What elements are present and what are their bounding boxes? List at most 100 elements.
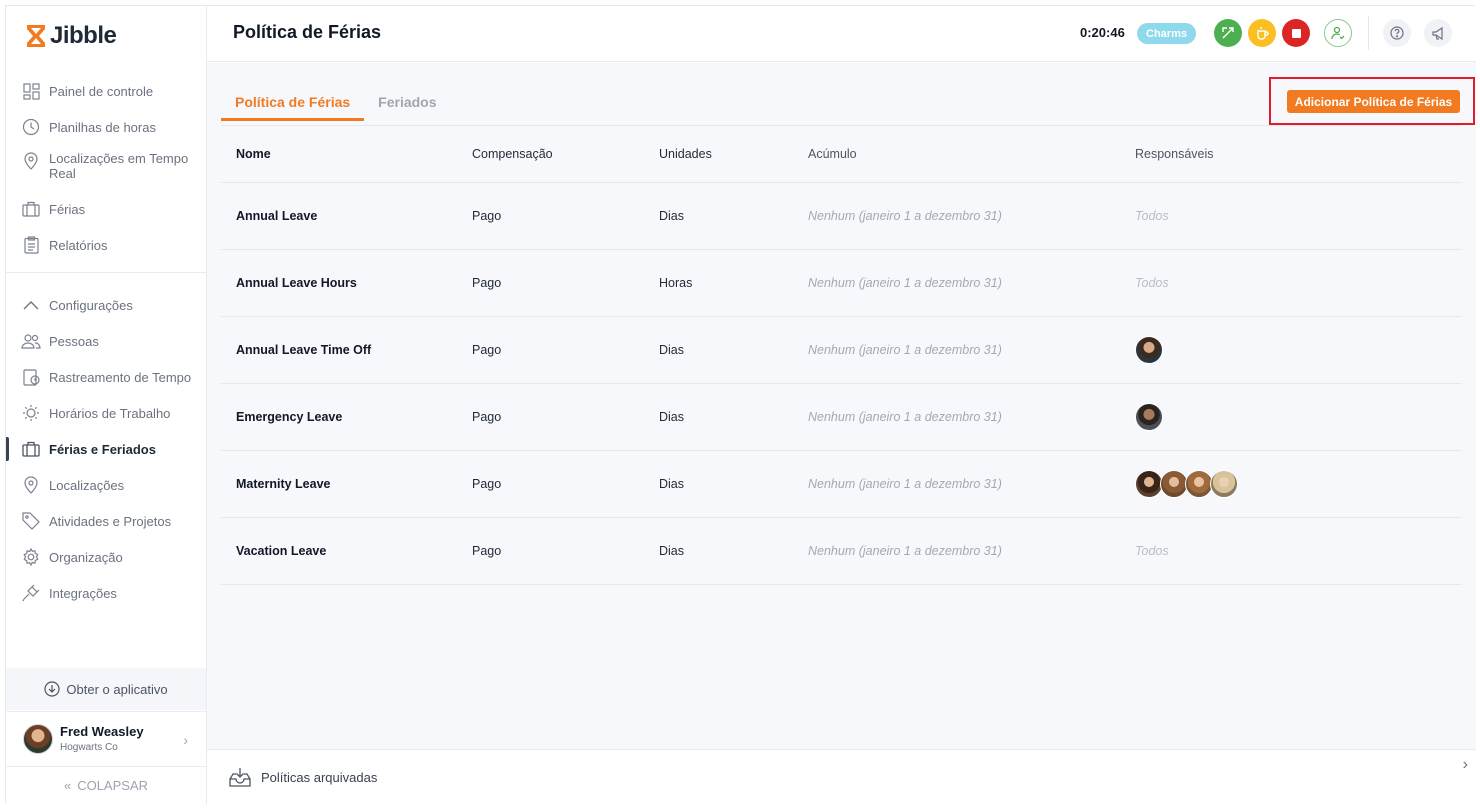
sidebar-item-reports[interactable]: Relatórios <box>6 227 206 263</box>
time-tracking-icon <box>21 367 41 387</box>
tag-icon <box>21 511 41 531</box>
tab-leave-policy[interactable]: Política de Férias <box>221 87 365 121</box>
policy-name[interactable]: Maternity Leave <box>236 451 330 517</box>
brand-name: Jibble <box>50 22 117 49</box>
switch-activity-button[interactable] <box>1214 19 1242 47</box>
sidebar-item-label: Horários de Trabalho <box>49 405 171 421</box>
archive-tray-icon <box>229 768 251 787</box>
dashboard-icon <box>21 81 41 101</box>
column-header-accrual[interactable]: Acúmulo <box>808 126 857 182</box>
column-header-units[interactable]: Unidades <box>659 126 712 182</box>
avatar[interactable] <box>1135 336 1163 364</box>
app-window: Jibble Painel de controle Planilhas de h… <box>5 5 1476 804</box>
table-row[interactable]: Annual Leave Pago Dias Nenhum (janeiro 1… <box>221 183 1461 250</box>
avatar <box>23 723 53 754</box>
sidebar-item-leave-holidays[interactable]: Férias e Feriados <box>6 431 206 467</box>
stop-icon <box>1291 28 1301 38</box>
policy-accrual: Nenhum (janeiro 1 a dezembro 31) <box>808 410 1002 424</box>
activity-badge[interactable]: Charms <box>1137 23 1196 44</box>
sidebar-item-label: Atividades e Projetos <box>49 513 172 529</box>
main-content: Política de Férias Feriados Adicionar Po… <box>207 63 1476 749</box>
policy-name[interactable]: Emergency Leave <box>236 384 342 450</box>
avatar[interactable] <box>1160 470 1188 498</box>
policy-compensation: Pago <box>472 477 502 491</box>
sidebar-item-label: Localizações em Tempo Real <box>49 151 189 181</box>
get-app-label: Obter o aplicativo <box>66 681 168 697</box>
coffee-icon <box>1257 27 1269 40</box>
column-header-assignees[interactable]: Responsáveis <box>1135 126 1214 182</box>
chevron-right-icon[interactable]: › <box>1463 756 1468 774</box>
table-row[interactable]: Annual Leave Hours Pago Horas Nenhum (ja… <box>221 250 1461 317</box>
switch-icon <box>1222 27 1234 39</box>
stop-timer-button[interactable] <box>1282 19 1310 47</box>
sidebar-item-settings-toggle[interactable]: Configurações <box>6 287 206 323</box>
hourglass-logo-icon <box>27 25 45 47</box>
sidebar-item-people[interactable]: Pessoas <box>6 323 206 359</box>
policy-accrual: Nenhum (janeiro 1 a dezembro 31) <box>808 343 1002 357</box>
leave-policy-table: Nome Compensação Unidades Acúmulo Respon… <box>221 126 1461 585</box>
header-divider <box>1368 16 1369 50</box>
clock-icon <box>21 117 41 137</box>
page-title: Política de Férias <box>233 22 382 42</box>
sidebar-item-label: Painel de controle <box>49 83 154 99</box>
collapse-label: COLAPSAR <box>77 778 149 793</box>
tab-holidays[interactable]: Feriados <box>364 87 450 121</box>
gear-icon <box>21 547 41 567</box>
policy-name[interactable]: Annual Leave Time Off <box>236 317 371 383</box>
policy-units: Dias <box>659 343 685 357</box>
column-header-compensation[interactable]: Compensação <box>472 126 553 182</box>
policy-assignees: Todos <box>1135 209 1169 223</box>
sidebar-item-label: Planilhas de horas <box>49 119 156 135</box>
collapse-button[interactable]: « COLAPSAR <box>6 766 206 804</box>
table-row[interactable]: Emergency Leave Pago Dias Nenhum (janeir… <box>221 384 1461 451</box>
add-leave-policy-button[interactable]: Adicionar Política de Férias <box>1287 90 1460 113</box>
sidebar-item-locations[interactable]: Localizações <box>6 467 206 503</box>
get-app-button[interactable]: Obter o aplicativo <box>6 668 206 710</box>
logo[interactable]: Jibble <box>26 22 117 50</box>
clipboard-icon <box>21 235 41 255</box>
user-menu[interactable]: Fred Weasley Hogwarts Co › <box>6 711 206 765</box>
table-row[interactable]: Vacation Leave Pago Dias Nenhum (janeiro… <box>221 518 1461 585</box>
announcements-button[interactable] <box>1424 19 1452 47</box>
table-row[interactable]: Annual Leave Time Off Pago Dias Nenhum (… <box>221 317 1461 384</box>
sidebar-item-work-schedules[interactable]: Horários de Trabalho <box>6 395 206 431</box>
policy-name[interactable]: Vacation Leave <box>236 518 326 584</box>
sidebar-item-leave[interactable]: Férias <box>6 191 206 227</box>
table-header: Nome Compensação Unidades Acúmulo Respon… <box>221 126 1461 183</box>
policy-name[interactable]: Annual Leave <box>236 183 317 249</box>
avatar[interactable] <box>1135 470 1163 498</box>
policy-compensation: Pago <box>472 544 502 558</box>
sidebar-item-dashboard[interactable]: Painel de controle <box>6 73 206 109</box>
settings-nav: Configurações Pessoas Rastreamento de Te… <box>6 287 206 611</box>
sidebar-item-label: Rastreamento de Tempo <box>49 369 192 385</box>
sidebar-item-time-tracking[interactable]: Rastreamento de Tempo <box>6 359 206 395</box>
timer-display: 0:20:46 <box>1080 25 1125 40</box>
sidebar-item-activities-projects[interactable]: Atividades e Projetos <box>6 503 206 539</box>
sidebar-item-live-locations[interactable]: Localizações em Tempo Real <box>6 145 206 191</box>
archived-policies-bar[interactable]: Políticas arquivadas › <box>207 749 1476 804</box>
chevron-up-icon <box>21 295 41 315</box>
briefcase-icon <box>21 199 41 219</box>
avatar[interactable] <box>1185 470 1213 498</box>
help-button[interactable] <box>1383 19 1411 47</box>
sidebar-item-timesheets[interactable]: Planilhas de horas <box>6 109 206 145</box>
policy-compensation: Pago <box>472 276 502 290</box>
policy-name[interactable]: Annual Leave Hours <box>236 250 357 316</box>
avatar[interactable] <box>1135 403 1163 431</box>
policy-assignees: Todos <box>1135 544 1169 558</box>
sidebar-item-label: Férias <box>49 201 86 217</box>
policy-compensation: Pago <box>472 343 502 357</box>
table-row[interactable]: Maternity Leave Pago Dias Nenhum (janeir… <box>221 451 1461 518</box>
avatar[interactable] <box>1210 470 1238 498</box>
policy-accrual: Nenhum (janeiro 1 a dezembro 31) <box>808 477 1002 491</box>
policy-units: Dias <box>659 544 685 558</box>
policy-compensation: Pago <box>472 209 502 223</box>
policy-units: Dias <box>659 209 685 223</box>
people-icon <box>21 331 41 351</box>
clock-in-member-button[interactable] <box>1324 19 1352 47</box>
sidebar-item-organization[interactable]: Organização <box>6 539 206 575</box>
plug-icon <box>21 583 41 603</box>
break-button[interactable] <box>1248 19 1276 47</box>
column-header-name[interactable]: Nome <box>236 126 271 182</box>
sidebar-item-integrations[interactable]: Integrações <box>6 575 206 611</box>
